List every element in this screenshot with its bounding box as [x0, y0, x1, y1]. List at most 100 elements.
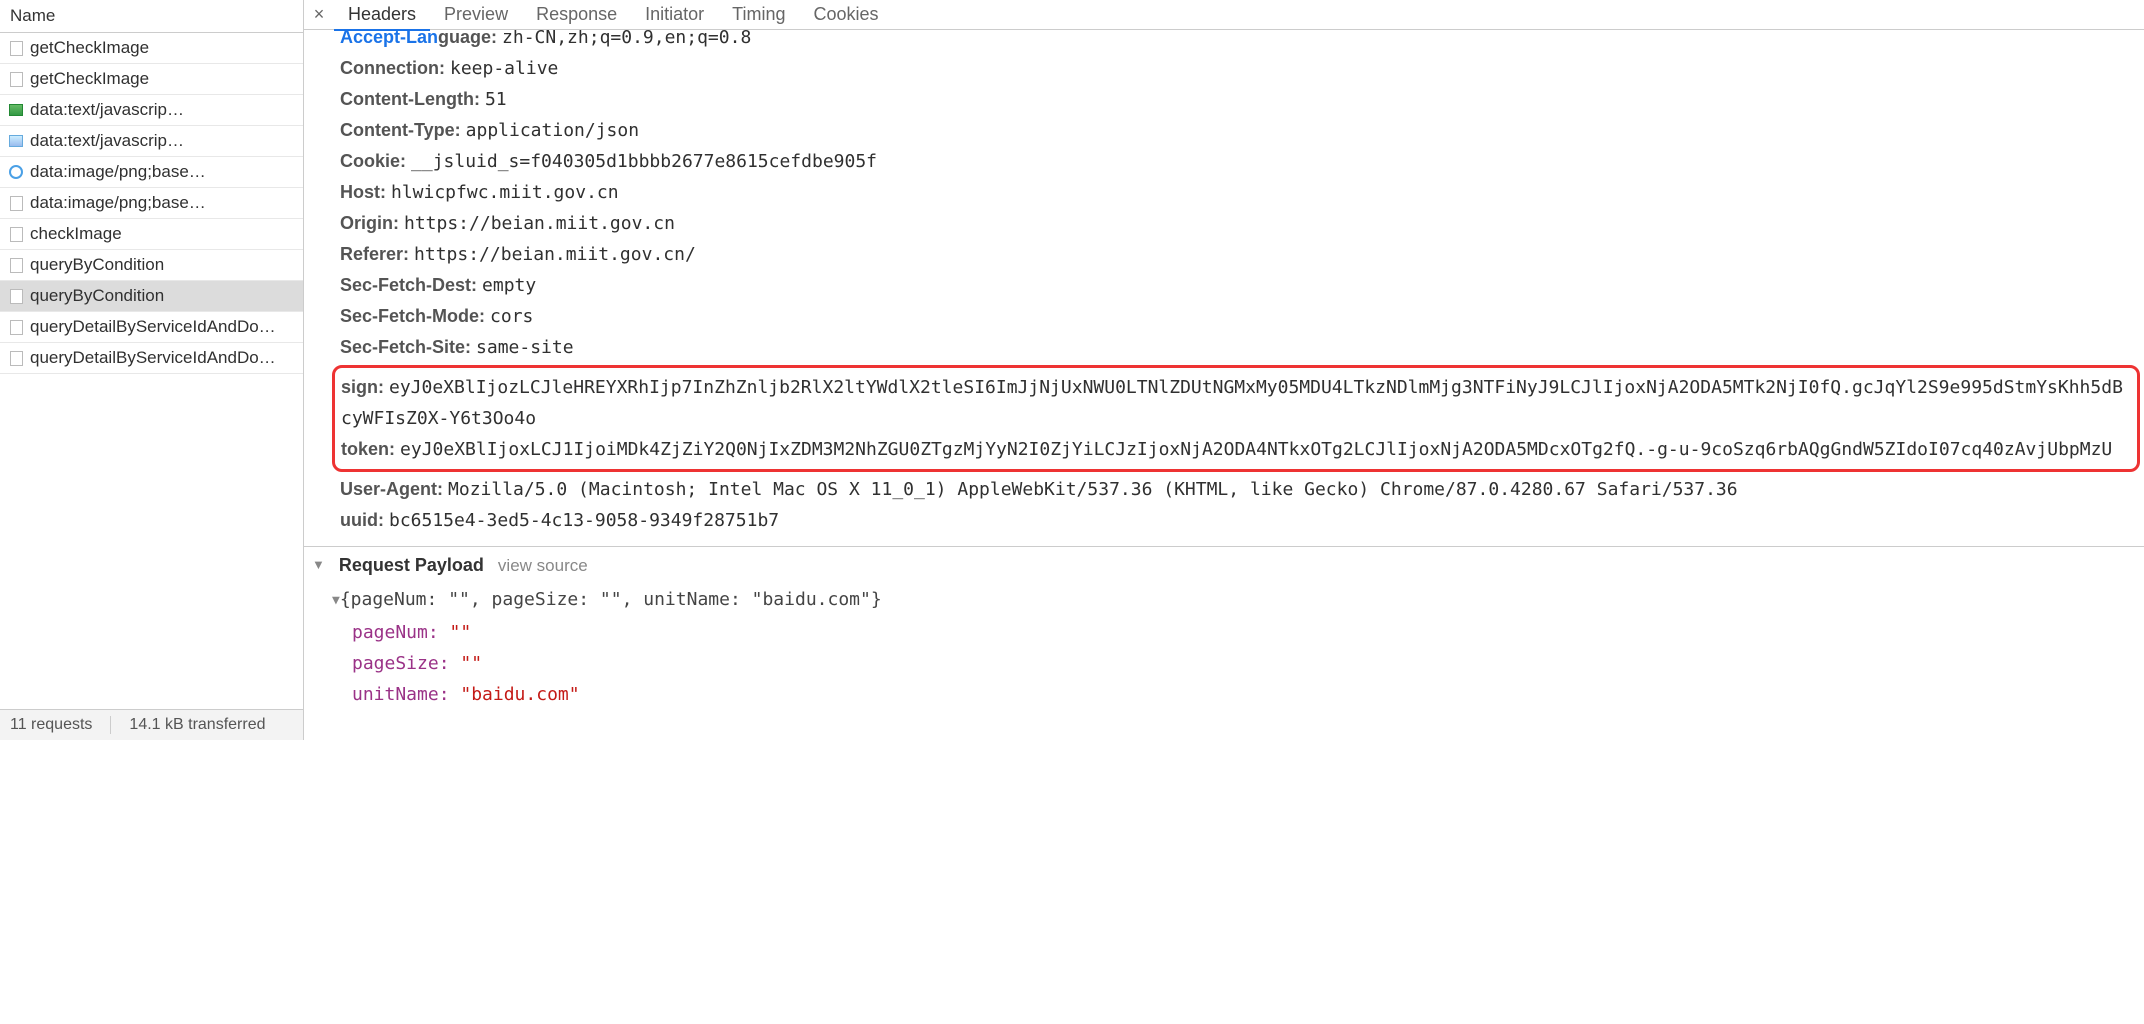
doc-icon	[8, 195, 24, 211]
png2-icon	[8, 164, 24, 180]
doc-icon	[8, 350, 24, 366]
header-key: Connection:	[340, 58, 450, 78]
request-row[interactable]: queryByCondition	[0, 250, 303, 281]
header-key: uuid:	[340, 510, 389, 530]
header-line: sign: eyJ0eXBlIjozLCJleHREYXRhIjp7InZhZn…	[341, 372, 2131, 434]
request-row[interactable]: data:text/javascrip…	[0, 95, 303, 126]
header-line: User-Agent: Mozilla/5.0 (Macintosh; Inte…	[340, 474, 2144, 505]
request-label: data:image/png;base…	[30, 162, 206, 182]
header-value: https://beian.miit.gov.cn	[404, 213, 675, 234]
header-value: same-site	[476, 337, 574, 358]
payload-property: pageNum: ""	[332, 617, 2144, 648]
sidebar-column-header[interactable]: Name	[0, 0, 303, 33]
chevron-down-icon[interactable]: ▼	[312, 557, 325, 572]
header-key: Sec-Fetch-Site:	[340, 337, 476, 357]
header-value: hlwicpfwc.miit.gov.cn	[391, 182, 619, 203]
detail-pane: × HeadersPreviewResponseInitiatorTimingC…	[304, 0, 2144, 740]
header-line: Referer: https://beian.miit.gov.cn/	[340, 239, 2144, 270]
request-row[interactable]: data:image/png;base…	[0, 188, 303, 219]
header-value: eyJ0eXBlIjoxLCJ1IjoiMDk4ZjZiY2Q0NjIxZDM3…	[400, 439, 2112, 460]
doc-icon	[8, 71, 24, 87]
header-key: Host:	[340, 182, 391, 202]
header-value: https://beian.miit.gov.cn/	[414, 244, 696, 265]
request-label: getCheckImage	[30, 69, 149, 89]
header-key: token:	[341, 439, 400, 459]
request-row[interactable]: queryDetailByServiceIdAndDo…	[0, 312, 303, 343]
doc-icon	[8, 319, 24, 335]
doc-icon	[8, 226, 24, 242]
header-line: Cookie: __jsluid_s=f040305d1bbbb2677e861…	[340, 146, 2144, 177]
header-key: Cookie:	[340, 151, 411, 171]
detail-tabs: × HeadersPreviewResponseInitiatorTimingC…	[304, 0, 2144, 30]
payload-value: ""	[450, 622, 472, 643]
header-value: __jsluid_s=f040305d1bbbb2677e8615cefdbe9…	[411, 151, 877, 172]
request-row[interactable]: queryDetailByServiceIdAndDo…	[0, 343, 303, 374]
tab-cookies[interactable]: Cookies	[800, 0, 893, 30]
header-key: Referer:	[340, 244, 414, 264]
sidebar-footer: 11 requests 14.1 kB transferred	[0, 709, 303, 740]
tab-preview[interactable]: Preview	[430, 0, 522, 30]
header-value: keep-alive	[450, 58, 558, 79]
request-row[interactable]: checkImage	[0, 219, 303, 250]
truncated-header: Accept-Lan	[340, 30, 438, 47]
request-row[interactable]: getCheckImage	[0, 33, 303, 64]
request-label: queryDetailByServiceIdAndDo…	[30, 348, 276, 368]
png-icon	[8, 133, 24, 149]
request-label: data:image/png;base…	[30, 193, 206, 213]
payload-property: unitName: "baidu.com"	[332, 679, 2144, 710]
request-label: queryByCondition	[30, 286, 164, 306]
payload-key: unitName:	[352, 684, 460, 705]
request-label: checkImage	[30, 224, 122, 244]
payload-section-header[interactable]: ▼ Request Payload view source	[304, 547, 2144, 584]
header-line: Origin: https://beian.miit.gov.cn	[340, 208, 2144, 239]
js-icon	[8, 102, 24, 118]
header-key: Sec-Fetch-Dest:	[340, 275, 482, 295]
header-line: token: eyJ0eXBlIjoxLCJ1IjoiMDk4ZjZiY2Q0N…	[341, 434, 2131, 465]
request-label: data:text/javascrip…	[30, 131, 184, 151]
header-line: Connection: keep-alive	[340, 53, 2144, 84]
header-line: Sec-Fetch-Site: same-site	[340, 332, 2144, 363]
network-sidebar: Name getCheckImage getCheckImage data:text…	[0, 0, 304, 740]
close-icon[interactable]: ×	[304, 4, 334, 25]
header-key: Origin:	[340, 213, 404, 233]
header-key: Content-Type:	[340, 120, 466, 140]
doc-icon	[8, 288, 24, 304]
tab-response[interactable]: Response	[522, 0, 631, 30]
header-line: Host: hlwicpfwc.miit.gov.cn	[340, 177, 2144, 208]
payload-key: pageNum:	[352, 622, 450, 643]
header-key: Sec-Fetch-Mode:	[340, 306, 490, 326]
requests-count: 11 requests	[10, 716, 92, 734]
payload-title: Request Payload	[339, 555, 484, 576]
headers-content[interactable]: Accept-Language: zh-CN,zh;q=0.9,en;q=0.8…	[304, 30, 2144, 740]
header-line: Sec-Fetch-Dest: empty	[340, 270, 2144, 301]
header-value: cors	[490, 306, 533, 327]
header-key: Content-Length:	[340, 89, 485, 109]
tab-timing[interactable]: Timing	[718, 0, 799, 30]
view-source-link[interactable]: view source	[498, 556, 588, 576]
transferred-size: 14.1 kB transferred	[129, 716, 265, 734]
header-line: Sec-Fetch-Mode: cors	[340, 301, 2144, 332]
header-value: Mozilla/5.0 (Macintosh; Intel Mac OS X 1…	[448, 479, 1738, 500]
payload-summary-line[interactable]: ▼ {pageNum: "", pageSize: "", unitName: …	[332, 584, 2144, 617]
request-row[interactable]: data:text/javascrip…	[0, 126, 303, 157]
header-key: User-Agent:	[340, 479, 448, 499]
doc-icon	[8, 40, 24, 56]
payload-key: pageSize:	[352, 653, 460, 674]
header-line: Content-Length: 51	[340, 84, 2144, 115]
request-row[interactable]: queryByCondition	[0, 281, 303, 312]
request-label: getCheckImage	[30, 38, 149, 58]
header-line: uuid: bc6515e4-3ed5-4c13-9058-9349f28751…	[340, 505, 2144, 536]
header-value: bc6515e4-3ed5-4c13-9058-9349f28751b7	[389, 510, 779, 531]
payload-property: pageSize: ""	[332, 648, 2144, 679]
tab-initiator[interactable]: Initiator	[631, 0, 718, 30]
header-value: application/json	[466, 120, 639, 141]
chevron-down-icon[interactable]: ▼	[332, 585, 340, 616]
tab-headers[interactable]: Headers	[334, 0, 430, 31]
payload-value: ""	[460, 653, 482, 674]
doc-icon	[8, 257, 24, 273]
request-row[interactable]: data:image/png;base…	[0, 157, 303, 188]
header-value: 51	[485, 89, 507, 110]
header-line: Content-Type: application/json	[340, 115, 2144, 146]
header-value: eyJ0eXBlIjozLCJleHREYXRhIjp7InZhZnljb2Rl…	[341, 377, 2123, 429]
request-row[interactable]: getCheckImage	[0, 64, 303, 95]
